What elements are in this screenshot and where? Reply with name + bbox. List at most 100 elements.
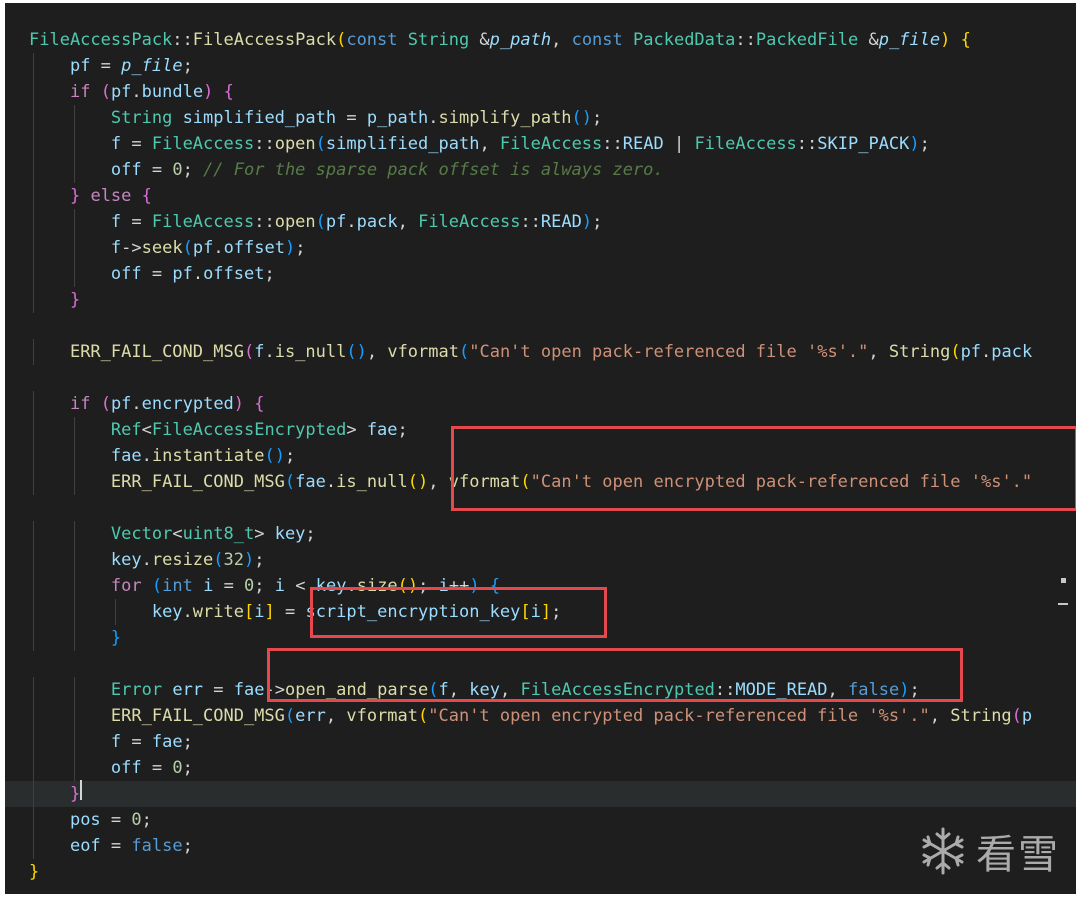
code-token: pf bbox=[172, 264, 193, 284]
code-token: > bbox=[254, 524, 275, 544]
code-line[interactable]: } bbox=[29, 625, 1032, 651]
code-token: , bbox=[366, 342, 388, 362]
code-token: eof bbox=[69, 836, 101, 856]
code-line[interactable]: for (int i = 0; i < key.size(); i++) { bbox=[29, 573, 1032, 599]
code-token: p_file bbox=[878, 30, 941, 50]
code-token: i bbox=[254, 602, 265, 622]
code-token: fae bbox=[366, 420, 398, 440]
code-line[interactable] bbox=[29, 365, 1032, 391]
scrollbar-marker[interactable] bbox=[1058, 603, 1068, 605]
code-line[interactable]: eof = false; bbox=[29, 833, 1032, 859]
code-line[interactable]: ERR_FAIL_COND_MSG(err, vformat("Can't op… bbox=[29, 703, 1032, 729]
code-editor[interactable]: FileAccessPack::FileAccessPack(const Str… bbox=[5, 3, 1076, 894]
code-token: 0 bbox=[172, 160, 183, 180]
code-token: ; bbox=[141, 810, 152, 830]
code-token: = bbox=[141, 160, 173, 180]
code-line[interactable] bbox=[29, 651, 1032, 677]
code-token: ) bbox=[909, 134, 920, 154]
code-token: , bbox=[325, 706, 347, 726]
code-token: . bbox=[131, 82, 142, 102]
code-line[interactable]: } bbox=[5, 781, 1076, 807]
code-token: f bbox=[110, 732, 122, 752]
code-line[interactable]: Error err = fae->open_and_parse(f, key, … bbox=[29, 677, 1032, 703]
code-token: simplified_path bbox=[182, 108, 337, 128]
code-token: ( bbox=[458, 342, 470, 362]
code-token: ; bbox=[182, 56, 193, 76]
code-line[interactable] bbox=[29, 313, 1032, 339]
code-line[interactable]: key.resize(32); bbox=[29, 547, 1032, 573]
code-line[interactable]: Vector<uint8_t> key; bbox=[29, 521, 1032, 547]
code-line[interactable]: } bbox=[29, 287, 1032, 313]
code-token: open bbox=[274, 134, 316, 154]
code-token: Error bbox=[110, 680, 163, 700]
code-line[interactable]: ERR_FAIL_COND_MSG(fae.is_null(), vformat… bbox=[29, 469, 1032, 495]
code-line[interactable]: } else { bbox=[29, 183, 1032, 209]
code-token: err bbox=[295, 706, 326, 726]
code-token: } bbox=[69, 784, 81, 804]
code-line[interactable]: pos = 0; bbox=[29, 807, 1032, 833]
code-token: ERR_FAIL_COND_MSG bbox=[110, 472, 285, 492]
code-token: // For the sparse pack offset is always … bbox=[203, 160, 664, 180]
code-token: & bbox=[858, 30, 879, 50]
code-line[interactable]: f->seek(pf.offset); bbox=[29, 235, 1032, 261]
code-line[interactable]: f = FileAccess::open(pf.pack, FileAccess… bbox=[29, 209, 1032, 235]
code-line[interactable]: if (pf.bundle) { bbox=[29, 79, 1032, 105]
code-line[interactable]: } bbox=[29, 859, 1032, 885]
code-token: . bbox=[131, 394, 142, 414]
code-token: . bbox=[325, 472, 337, 492]
code-token: PackedData bbox=[633, 30, 736, 50]
code-line[interactable]: off = 0; bbox=[29, 755, 1032, 781]
code-area[interactable]: FileAccessPack::FileAccessPack(const Str… bbox=[5, 27, 1076, 885]
code-token: 0 bbox=[172, 758, 183, 778]
code-line[interactable] bbox=[29, 495, 1032, 521]
code-token: offset bbox=[223, 238, 285, 258]
code-line[interactable]: pf = p_file; bbox=[29, 53, 1032, 79]
code-token: READ bbox=[540, 212, 582, 232]
code-line[interactable]: off = 0; // For the sparse pack offset i… bbox=[29, 157, 1032, 183]
scrollbar-marker[interactable] bbox=[1061, 578, 1066, 583]
code-line[interactable]: Ref<FileAccessEncrypted> fae; bbox=[29, 417, 1032, 443]
code-token: } bbox=[69, 186, 81, 206]
code-token: :: bbox=[172, 30, 193, 50]
code-token: bundle bbox=[141, 82, 204, 102]
code-token: offset bbox=[203, 264, 265, 284]
code-line[interactable]: key.write[i] = script_encryption_key[i]; bbox=[29, 599, 1032, 625]
code-token: { bbox=[141, 186, 152, 206]
code-token: String bbox=[888, 342, 951, 362]
code-line[interactable]: off = pf.offset; bbox=[29, 261, 1032, 287]
code-line[interactable]: String simplified_path = p_path.simplify… bbox=[29, 105, 1032, 131]
code-token: fae bbox=[295, 472, 326, 492]
code-line[interactable]: ERR_FAIL_COND_MSG(f.is_null(), vformat("… bbox=[29, 339, 1032, 365]
code-line[interactable]: fae.instantiate(); bbox=[29, 443, 1032, 469]
code-line[interactable]: f = fae; bbox=[29, 729, 1032, 755]
code-token: = bbox=[100, 810, 132, 830]
code-token: ) bbox=[581, 212, 593, 232]
code-line[interactable]: FileAccessPack::FileAccessPack(const Str… bbox=[29, 27, 1032, 53]
code-token: false bbox=[131, 836, 183, 856]
code-token: > bbox=[346, 420, 367, 440]
code-line[interactable]: if (pf.encrypted) { bbox=[29, 391, 1032, 417]
code-token: ) bbox=[469, 576, 480, 596]
code-line[interactable]: f = FileAccess::open(simplified_path, Fi… bbox=[29, 131, 1032, 157]
code-token: pos bbox=[69, 810, 101, 830]
code-token: MODE_READ bbox=[735, 680, 828, 700]
code-token: ; bbox=[909, 680, 920, 700]
code-token: { bbox=[960, 30, 971, 50]
code-token: FileAccessEncrypted bbox=[151, 420, 347, 440]
code-token: 0 bbox=[131, 810, 142, 830]
code-token: , bbox=[428, 472, 449, 492]
